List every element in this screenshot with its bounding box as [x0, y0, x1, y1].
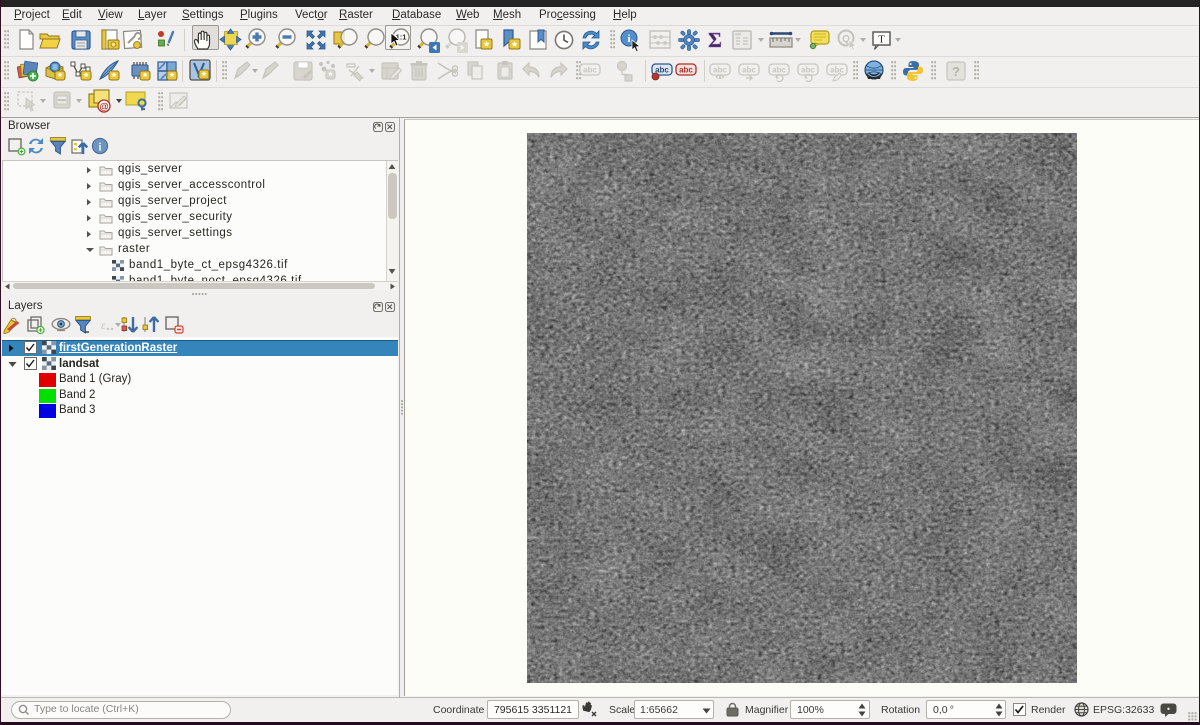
svg-text:abc: abc — [742, 66, 756, 75]
svg-text:abc: abc — [583, 66, 597, 75]
svg-text:i: i — [627, 33, 630, 45]
svg-text:abc: abc — [713, 66, 727, 75]
svg-text:abc: abc — [679, 66, 693, 75]
svg-text:abc: abc — [772, 66, 786, 75]
svg-text:@: @ — [99, 102, 108, 113]
svg-text:T: T — [878, 34, 885, 46]
svg-text:ε: ε — [101, 318, 106, 332]
svg-text:?: ? — [952, 64, 960, 79]
svg-text:abc: abc — [830, 66, 844, 75]
svg-text:abc: abc — [801, 66, 815, 75]
svg-text:-: - — [167, 43, 169, 49]
svg-text:Σ: Σ — [708, 29, 722, 51]
